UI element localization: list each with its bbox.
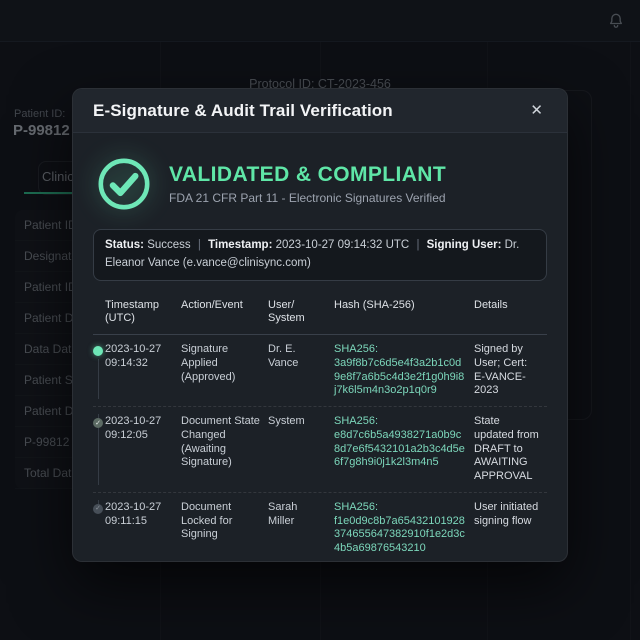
hash-label: SHA256: [334, 500, 379, 513]
validation-banner: VALIDATED & COMPLIANT FDA 21 CFR Part 11… [95, 155, 547, 213]
close-icon[interactable]: ✕ [526, 99, 547, 122]
modal-title: E-Signature & Audit Trail Verification [93, 100, 393, 120]
table-row: 2023-10-27 09:11:15 Document Locked for … [93, 493, 547, 561]
timeline-dot-initial-icon [93, 503, 103, 514]
esignature-audit-modal: E-Signature & Audit Trail Verification ✕… [72, 88, 568, 562]
separator: | [197, 239, 201, 251]
validation-status-title: VALIDATED & COMPLIANT [169, 163, 447, 186]
timeline-dot-current-icon [93, 346, 103, 357]
timestamp-value: 2023-10-27 09:14:32 UTC [275, 239, 410, 251]
table-header-row: Timestamp (UTC) Action/Event User/ Syste… [93, 293, 547, 336]
row-timestamp: 2023-10-27 09:14:32 [105, 343, 162, 369]
banner-text: VALIDATED & COMPLIANT FDA 21 CFR Part 11… [169, 163, 446, 205]
row-hash: SHA256: e8d7c6b5a4938271a0b9c8d7e6f543210… [334, 415, 474, 484]
table-row: 2023-10-27 09:14:32 Signature Applied (A… [93, 335, 547, 408]
timeline-cell [93, 343, 105, 400]
status-label: Status: [105, 239, 144, 251]
hash-label: SHA256: [334, 415, 379, 428]
timestamp-label: Timestamp: [208, 239, 273, 251]
hash-value: 3a9f8b7c6d5e4f3a2b1c0d9e8f7a6b5c4d3e2f1g… [334, 356, 465, 397]
modal-body: VALIDATED & COMPLIANT FDA 21 CFR Part 11… [73, 133, 567, 561]
header-user-system: User/ System [268, 298, 305, 325]
row-timestamp: 2023-10-27 09:11:15 [105, 500, 162, 527]
row-hash: SHA256: f1e0d9c8b7a6543210192837465564738… [334, 501, 474, 556]
row-details: State updated from DRAFT to AWAITING APP… [474, 415, 539, 483]
row-action: Document Locked for Signing [181, 500, 233, 541]
separator: | [416, 239, 420, 251]
timeline-dot-check-icon [93, 418, 103, 429]
check-circle-icon [98, 158, 150, 210]
row-action: Signature Applied (Approved) [181, 343, 236, 383]
screen: Protocol ID: CT-2023-456 Patient ID: P-9… [0, 0, 640, 640]
header-timestamp: Timestamp (UTC) [105, 298, 159, 325]
row-user: System [268, 415, 305, 428]
status-value: Success [147, 239, 191, 251]
table-row: 2023-10-27 09:12:05 Document State Chang… [93, 407, 547, 493]
hash-label: SHA256: [334, 343, 379, 356]
header-details: Details [474, 298, 508, 311]
modal-header: E-Signature & Audit Trail Verification ✕ [73, 89, 567, 133]
header-action-event: Action/Event [181, 298, 243, 311]
row-user: Dr. E. Vance [268, 343, 299, 369]
hash-value: e8d7c6b5a4938271a0b9c8d7e6f5432101a2b3c4… [334, 428, 465, 469]
validation-status-subtitle: FDA 21 CFR Part 11 - Electronic Signatur… [169, 191, 446, 205]
hash-value: f1e0d9c8b7a65432101928374655647382910f1e… [334, 514, 465, 555]
row-details: Signed by User; Cert: E-VANCE-2023 [474, 343, 528, 397]
signature-summary-bar: Status: Success | Timestamp: 2023-10-27 … [93, 229, 547, 281]
timeline-connector [97, 359, 99, 400]
timeline-cell [93, 414, 105, 485]
row-details: User initiated signing flow [474, 500, 539, 527]
audit-trail-table: Timestamp (UTC) Action/Event User/ Syste… [93, 293, 547, 561]
timeline-cell [93, 499, 105, 556]
header-spacer [93, 299, 105, 327]
row-hash: SHA256: 3a9f8b7c6d5e4f3a2b1c0d9e8f7a6b5c4… [334, 343, 474, 398]
row-user: Sarah Miller [268, 500, 298, 527]
header-hash: Hash (SHA-256) [334, 298, 415, 311]
row-action: Document State Changed (Awaiting Signatu… [181, 415, 260, 469]
row-timestamp: 2023-10-27 09:12:05 [105, 415, 162, 441]
signing-user-label: Signing User: [426, 239, 502, 251]
